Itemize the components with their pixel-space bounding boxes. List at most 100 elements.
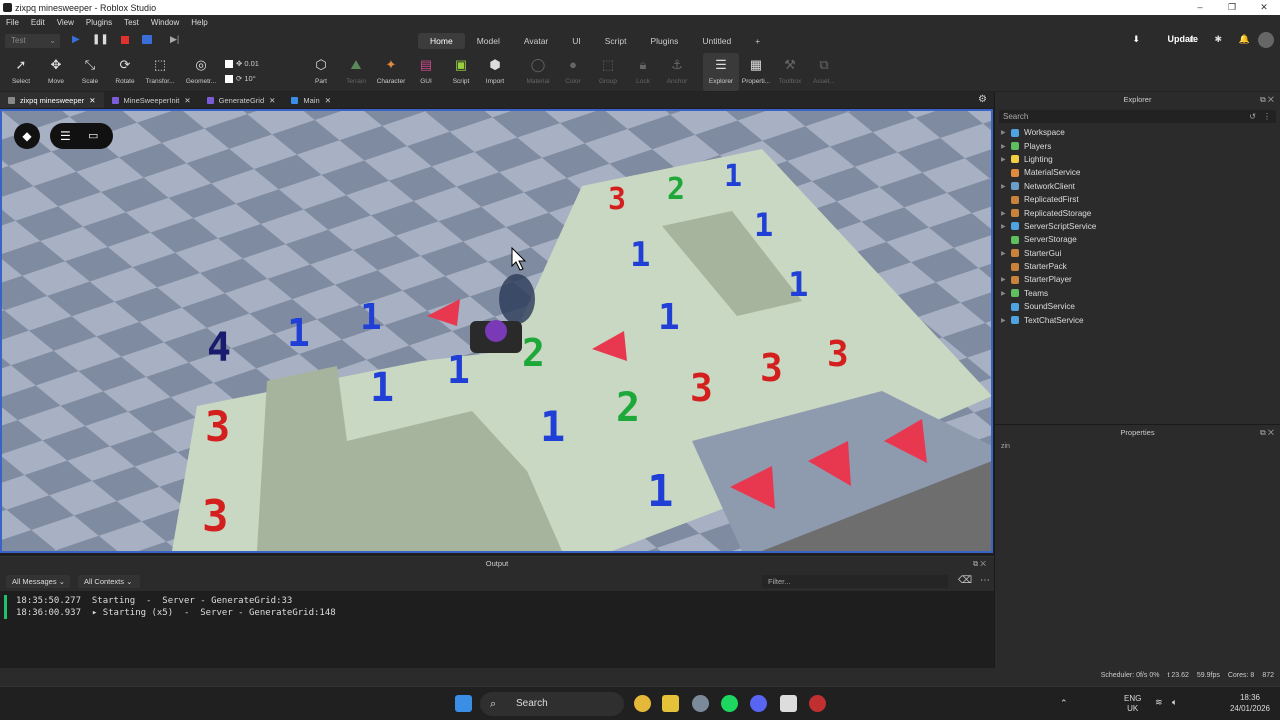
spotify-icon[interactable] bbox=[721, 695, 738, 712]
properties-filter-input[interactable]: zin bbox=[999, 443, 1276, 454]
snap-rotate-field[interactable]: ⟳ 10° bbox=[225, 74, 259, 84]
group-tool[interactable]: ⬚ Group bbox=[590, 53, 626, 91]
output-filter-input[interactable]: Filter... bbox=[762, 575, 948, 588]
pane-controls[interactable]: ⧉ ✕ bbox=[973, 557, 986, 571]
client-server-icon[interactable] bbox=[142, 35, 152, 44]
chevron-up-icon[interactable]: ⌃ bbox=[1060, 698, 1068, 709]
close-icon[interactable]: ✕ bbox=[269, 96, 275, 105]
notifications-icon[interactable]: 🔔 bbox=[1239, 34, 1250, 45]
doctab-minesweeperinit[interactable]: MineSweeperInit ✕ bbox=[104, 92, 199, 108]
expand-arrow-icon[interactable]: ▶ bbox=[1001, 276, 1011, 283]
tab-ui[interactable]: UI bbox=[560, 33, 593, 49]
script-tool[interactable]: ▣ Script bbox=[443, 53, 479, 91]
tab-avatar[interactable]: Avatar bbox=[512, 33, 560, 49]
terrain-tool[interactable]: ⛰ Terrain bbox=[338, 53, 374, 91]
chat-icon[interactable]: ▭ bbox=[88, 129, 98, 142]
expand-arrow-icon[interactable]: ▶ bbox=[1001, 317, 1011, 324]
pane-controls[interactable]: ⧉ ✕ bbox=[1260, 92, 1274, 108]
volume-icon[interactable]: 🔈︎ bbox=[1172, 697, 1177, 708]
discord-icon[interactable] bbox=[750, 695, 767, 712]
anchor-tool[interactable]: ⚓︎ Anchor bbox=[659, 53, 695, 91]
close-icon[interactable]: ✕ bbox=[89, 96, 95, 105]
tree-item-textchatservice[interactable]: ▶ TextChatService bbox=[995, 313, 1280, 326]
share-icon[interactable]: ⋔ bbox=[1188, 34, 1196, 45]
chrome-icon[interactable] bbox=[634, 695, 651, 712]
gear-icon[interactable]: ⚙ bbox=[978, 94, 987, 105]
geometry-tool[interactable]: ◎ Geometr... bbox=[183, 53, 219, 91]
3d-viewport[interactable]: 4 1 1 1 1 1 1 1 1 1 1 1 2 2 2 3 3 3 3 3 … bbox=[0, 109, 993, 553]
collaborate-icon[interactable]: ✱ bbox=[1214, 34, 1222, 45]
taskbar-search[interactable]: ⌕ Search bbox=[480, 692, 624, 716]
tree-item-startergui[interactable]: ▶ StarterGui bbox=[995, 247, 1280, 260]
explorer-toggle[interactable]: ☰ Explorer bbox=[703, 53, 739, 91]
toolbox-toggle[interactable]: ⚒ Toolbox bbox=[772, 53, 808, 91]
language-indicator[interactable]: ENG UK bbox=[1124, 694, 1141, 714]
clock[interactable]: 18:36 24/01/2026 bbox=[1230, 692, 1270, 714]
minimize-button[interactable]: – bbox=[1184, 0, 1216, 15]
gui-tool[interactable]: ▤ GUI bbox=[408, 53, 444, 91]
explorer-search-input[interactable]: Search ↺ ⋮ bbox=[999, 110, 1276, 123]
doctab-main[interactable]: Main ✕ bbox=[283, 92, 339, 108]
tab-script[interactable]: Script bbox=[593, 33, 639, 49]
import-tool[interactable]: ⬢ Import bbox=[477, 53, 513, 91]
expand-arrow-icon[interactable]: ▶ bbox=[1001, 210, 1011, 217]
tab-model[interactable]: Model bbox=[465, 33, 512, 49]
expand-arrow-icon[interactable]: ▶ bbox=[1001, 156, 1011, 163]
checkbox-checked-icon[interactable] bbox=[225, 60, 233, 69]
checkbox-checked-icon[interactable] bbox=[225, 75, 233, 84]
roblox-player-icon[interactable] bbox=[809, 695, 826, 712]
rotate-tool[interactable]: ⟳ Rotate bbox=[107, 53, 143, 91]
menu-file[interactable]: File bbox=[6, 18, 19, 27]
hamburger-menu-icon[interactable]: ☰ bbox=[60, 129, 71, 143]
expand-arrow-icon[interactable]: ▶ bbox=[1001, 143, 1011, 150]
tab-untitled[interactable]: Untitled bbox=[690, 33, 743, 49]
color-tool[interactable]: ● Color bbox=[555, 53, 591, 91]
play-icon[interactable]: ▶ bbox=[72, 34, 80, 45]
part-tool[interactable]: ⬡ Part bbox=[303, 53, 339, 91]
expand-arrow-icon[interactable]: ▶ bbox=[1001, 250, 1011, 257]
menu-test[interactable]: Test bbox=[124, 18, 139, 27]
tree-item-players[interactable]: ▶ Players bbox=[995, 139, 1280, 152]
doctab-place[interactable]: zixpq minesweeper ✕ bbox=[0, 92, 104, 108]
tab-home[interactable]: Home bbox=[418, 33, 465, 49]
tree-item-serverstorage[interactable]: ServerStorage bbox=[995, 233, 1280, 246]
asset-manager-toggle[interactable]: ⧉ Asset... bbox=[806, 53, 842, 91]
add-tab-button[interactable]: + bbox=[743, 33, 772, 49]
expand-arrow-icon[interactable]: ▶ bbox=[1001, 183, 1011, 190]
snap-move-field[interactable]: ✥ 0.01 bbox=[225, 59, 259, 69]
maximize-button[interactable]: ❐ bbox=[1216, 0, 1248, 15]
roblox-studio-icon[interactable] bbox=[780, 695, 797, 712]
history-icon[interactable]: ↺ bbox=[1249, 110, 1256, 123]
tree-item-replicatedfirst[interactable]: ReplicatedFirst bbox=[995, 193, 1280, 206]
file-explorer-icon[interactable] bbox=[662, 695, 679, 712]
material-tool[interactable]: ◯ Material bbox=[520, 53, 556, 91]
more-options-icon[interactable]: ⋯ bbox=[980, 575, 990, 586]
close-icon[interactable]: ✕ bbox=[184, 96, 190, 105]
tree-item-networkclient[interactable]: ▶ NetworkClient bbox=[995, 180, 1280, 193]
stop-icon[interactable] bbox=[121, 36, 129, 44]
menu-view[interactable]: View bbox=[57, 18, 74, 27]
transform-tool[interactable]: ⬚ Transfor... bbox=[142, 53, 178, 91]
tree-item-soundservice[interactable]: SoundService bbox=[995, 300, 1280, 313]
clear-output-icon[interactable]: ⌫ bbox=[958, 575, 972, 586]
tree-item-serverscriptservice[interactable]: ▶ ServerScriptService bbox=[995, 220, 1280, 233]
pause-icon[interactable]: ❚❚ bbox=[92, 34, 109, 45]
avatar[interactable] bbox=[1258, 32, 1274, 48]
tree-item-teams[interactable]: ▶ Teams bbox=[995, 287, 1280, 300]
menu-window[interactable]: Window bbox=[151, 18, 179, 27]
tree-item-workspace[interactable]: ▶ Workspace bbox=[995, 126, 1280, 139]
filter-icon[interactable]: ⋮ bbox=[1263, 110, 1271, 123]
tree-item-starterplayer[interactable]: ▶ StarterPlayer bbox=[995, 273, 1280, 286]
roblox-menu-button[interactable]: ◆ bbox=[14, 123, 40, 149]
wifi-icon[interactable]: ≋ bbox=[1155, 697, 1163, 708]
close-window-button[interactable]: ✕ bbox=[1248, 0, 1280, 15]
test-mode-dropdown[interactable]: Test ⌄ bbox=[5, 34, 60, 48]
menu-plugins[interactable]: Plugins bbox=[86, 18, 112, 27]
character-tool[interactable]: ✦ Character bbox=[373, 53, 409, 91]
messages-filter-dropdown[interactable]: All Messages ⌄ bbox=[6, 575, 70, 588]
tree-item-starterpack[interactable]: StarterPack bbox=[995, 260, 1280, 273]
move-tool[interactable]: ✥ Move bbox=[38, 53, 74, 91]
tree-item-lighting[interactable]: ▶ Lighting bbox=[995, 153, 1280, 166]
lock-tool[interactable]: 🔒︎ Lock bbox=[625, 53, 661, 91]
expand-arrow-icon[interactable]: ▶ bbox=[1001, 223, 1011, 230]
